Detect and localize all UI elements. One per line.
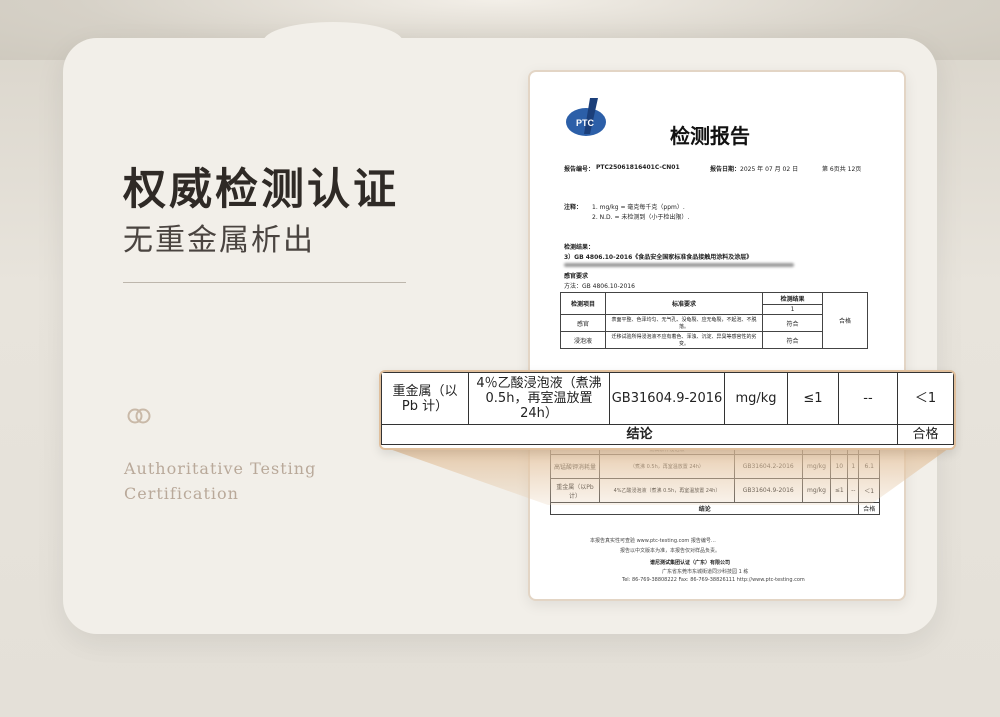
note-1: 1. mg/kg = 毫克每千克（ppm）. bbox=[592, 204, 685, 211]
row-res: 符合 bbox=[762, 314, 823, 332]
card-notch bbox=[263, 22, 403, 62]
lower-conclusion: 合格 bbox=[858, 502, 880, 515]
rings-icon bbox=[127, 408, 151, 424]
footer-1: 本报告真实性可查验 www.ptc-testing.com 报告编号… bbox=[590, 538, 716, 544]
zoom-condition: 4％乙酸浸泡液（煮沸 0.5h，再室温放置 24h） bbox=[468, 372, 610, 425]
cell: GB31604.2-2016 bbox=[733, 454, 803, 479]
th-res: 检测结果 bbox=[762, 292, 823, 305]
test-report: PTC 检测报告 报告编号： PTC25061816401C-CN01 报告日期… bbox=[528, 70, 906, 601]
footer-2: 报告以中文版本为准，本报告仅对样品负责。 bbox=[620, 548, 721, 554]
english-line-2: Certification bbox=[124, 484, 239, 503]
svg-text:PTC: PTC bbox=[576, 118, 595, 128]
sense-label: 感官要求 bbox=[564, 273, 589, 280]
cell: -- bbox=[847, 478, 860, 503]
cell: 10 bbox=[830, 454, 849, 479]
notes-label: 注释： bbox=[564, 204, 583, 211]
zoom-standard: GB31604.9-2016 bbox=[609, 372, 725, 425]
result-label: 检测结果： bbox=[564, 244, 595, 251]
th-item: 检测项目 bbox=[560, 292, 606, 315]
magnified-row: 重金属（以Pb 计） 4％乙酸浸泡液（煮沸 0.5h，再室温放置 24h） GB… bbox=[379, 370, 956, 450]
cell: ＜1 bbox=[858, 478, 880, 503]
zoom-value: ＜1 bbox=[897, 372, 954, 425]
contact: Tel: 86-769-38808222 Fax: 86-769-3882611… bbox=[622, 577, 805, 583]
address: 广东省东莞市东城街道同沙科技园 1 栋 bbox=[662, 569, 749, 575]
report-date: 2025 年 07 月 02 日 bbox=[740, 166, 799, 173]
cell: （煮沸 0.5h，再室温放置 24h） bbox=[599, 454, 735, 479]
cell: 高锰酸钾消耗量 bbox=[550, 454, 600, 479]
row-req: 表面平整、色泽均匀、无气孔、没龟裂、应无龟裂，不起泡、不脱落。 bbox=[605, 314, 763, 332]
standard-line: 3）GB 4806.10-2016《食品安全国家标准食品接触用涂料及涂层》 bbox=[564, 254, 753, 261]
subhead: 无重金属析出 bbox=[123, 223, 315, 258]
row-item: 感官 bbox=[560, 314, 606, 332]
row-res: 符合 bbox=[762, 331, 823, 349]
cell: mg/kg bbox=[801, 454, 832, 479]
report-no-label: 报告编号： bbox=[564, 166, 595, 173]
ptc-logo-icon: PTC bbox=[566, 98, 606, 136]
lower-conclusion-label: 结论 bbox=[549, 502, 860, 515]
cell: GB31604.9-2016 bbox=[733, 478, 803, 503]
redacted-line bbox=[564, 263, 794, 267]
english-caption: Authoritative Testing Certification bbox=[124, 456, 316, 506]
th-req: 标准要求 bbox=[605, 292, 763, 315]
divider bbox=[123, 282, 406, 283]
th-sub: 1 bbox=[762, 304, 823, 315]
headline: 权威检测认证 bbox=[123, 165, 399, 215]
sense-table: 检测项目 标准要求 检测结果 合格 1 感官 表面平整、色泽均匀、无气孔、没龟裂… bbox=[560, 292, 868, 349]
cell: ≤1 bbox=[830, 478, 849, 503]
row-item: 浸泡液 bbox=[560, 331, 606, 349]
report-page: 第 6页共 12页 bbox=[822, 166, 862, 173]
metal-table: 测试条件浸泡液 高锰酸钾消耗量 （煮沸 0.5h，再室温放置 24h） GB31… bbox=[549, 444, 880, 515]
zoom-limit: ≤1 bbox=[787, 372, 839, 425]
zoom-result: -- bbox=[838, 372, 898, 425]
note-2: 2. N.D. = 未检测到（小于检出限）. bbox=[592, 214, 690, 221]
report-date-label: 报告日期： bbox=[710, 166, 741, 173]
english-line-1: Authoritative Testing bbox=[124, 459, 317, 478]
zoom-item: 重金属（以Pb 计） bbox=[381, 372, 469, 425]
report-title: 检测报告 bbox=[670, 124, 750, 148]
magnified-table: 重金属（以Pb 计） 4％乙酸浸泡液（煮沸 0.5h，再室温放置 24h） GB… bbox=[381, 372, 954, 445]
zoom-unit: mg/kg bbox=[724, 372, 788, 425]
sense-conclusion: 合格 bbox=[822, 292, 868, 349]
method: 方法：GB 4806.10-2016 bbox=[564, 283, 635, 290]
cell: 4%乙酸浸泡液（煮沸 0.5h，再室温放置 24h） bbox=[599, 478, 735, 503]
cell: 6.1 bbox=[858, 454, 880, 479]
cell: mg/kg bbox=[801, 478, 832, 503]
report-no: PTC25061816401C-CN01 bbox=[596, 164, 680, 171]
zoom-conclusion: 合格 bbox=[897, 424, 954, 445]
cell: 重金属（以Pb 计） bbox=[550, 478, 600, 503]
row-req: 迁移试验所得浸泡液不应有着色、浑浊、沉淀、异臭等感官性的劣变。 bbox=[605, 331, 763, 349]
company: 谱尼测试集团认证（广东）有限公司 bbox=[650, 560, 731, 566]
cell: 1 bbox=[847, 454, 860, 479]
zoom-conclusion-label: 结论 bbox=[381, 424, 898, 445]
